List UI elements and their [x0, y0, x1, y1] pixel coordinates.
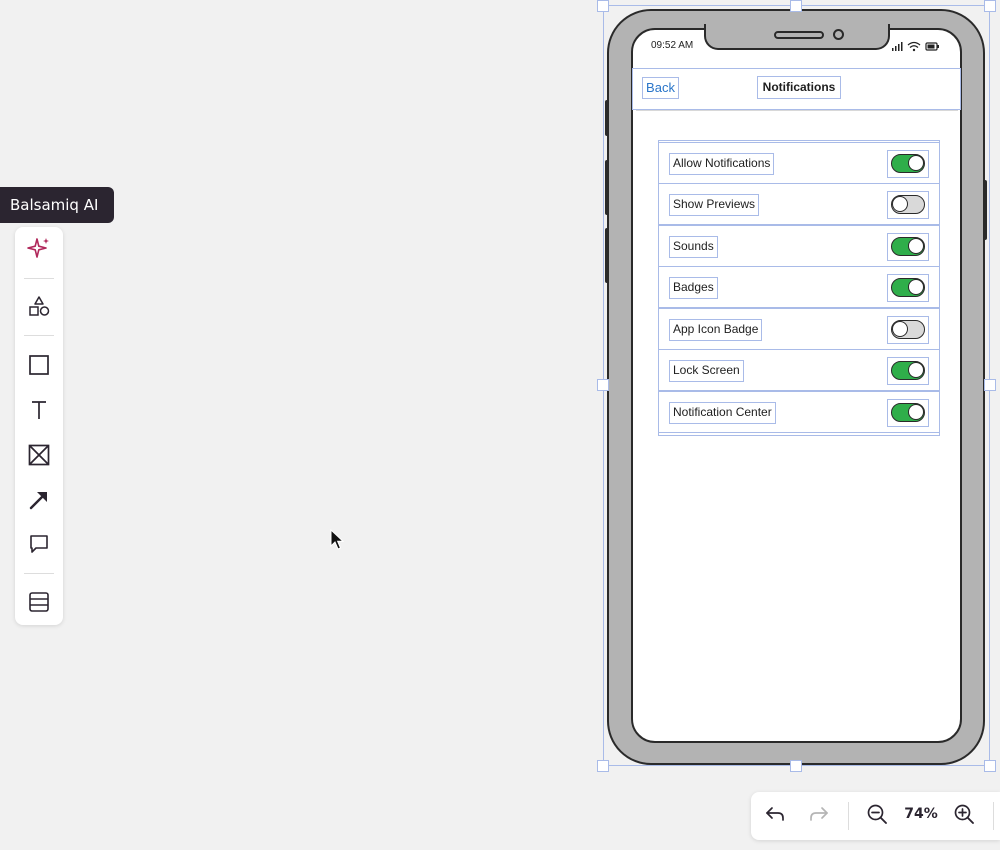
zoom-level[interactable]: 74%: [901, 806, 941, 822]
balsamiq-ai-button[interactable]: [23, 233, 55, 265]
shapes-tool-button[interactable]: [23, 290, 55, 322]
text-icon: [27, 398, 51, 422]
resize-handle-right[interactable]: [984, 379, 996, 391]
arrow-icon: [27, 488, 51, 512]
left-toolbar: [15, 227, 63, 625]
resize-handle-bottom[interactable]: [790, 760, 802, 772]
toolbar-divider: [24, 278, 54, 279]
rectangle-tool-button[interactable]: [23, 349, 55, 381]
image-tool-button[interactable]: [23, 439, 55, 471]
toolbar-divider: [24, 573, 54, 574]
zoom-out-button[interactable]: [863, 802, 891, 830]
resize-handle-top-right[interactable]: [984, 0, 996, 12]
resize-handle-left[interactable]: [597, 379, 609, 391]
redo-button[interactable]: [805, 802, 833, 830]
sparkle-icon: [26, 236, 52, 262]
zoom-toolbar-divider: [848, 802, 849, 830]
resize-handle-top-left[interactable]: [597, 0, 609, 12]
resize-handle-bottom-right[interactable]: [984, 760, 996, 772]
mouse-cursor-icon: [330, 528, 346, 556]
zoom-in-icon: [952, 802, 976, 831]
table-tool-button[interactable]: [23, 586, 55, 618]
text-tool-button[interactable]: [23, 394, 55, 426]
zoom-toolbar: 74%: [751, 792, 1000, 840]
toolbar-divider: [24, 335, 54, 336]
arrow-tool-button[interactable]: [23, 484, 55, 516]
undo-button[interactable]: [761, 802, 789, 830]
zoom-in-button[interactable]: [950, 802, 978, 830]
redo-icon: [807, 802, 831, 831]
undo-icon: [763, 802, 787, 831]
resize-handle-bottom-left[interactable]: [597, 760, 609, 772]
zoom-toolbar-divider: [993, 802, 994, 830]
table-icon: [27, 590, 51, 614]
zoom-out-icon: [865, 802, 889, 831]
design-canvas[interactable]: Balsamiq AI 09:52 AM Back Notifications …: [0, 0, 1000, 850]
comment-icon: [27, 532, 51, 556]
resize-handle-top[interactable]: [790, 0, 802, 12]
shapes-icon: [27, 294, 51, 318]
balsamiq-ai-tooltip: Balsamiq AI: [0, 187, 114, 223]
image-placeholder-icon: [27, 443, 51, 467]
comment-tool-button[interactable]: [23, 528, 55, 560]
rectangle-icon: [27, 353, 51, 377]
selection-frame[interactable]: [603, 5, 990, 766]
